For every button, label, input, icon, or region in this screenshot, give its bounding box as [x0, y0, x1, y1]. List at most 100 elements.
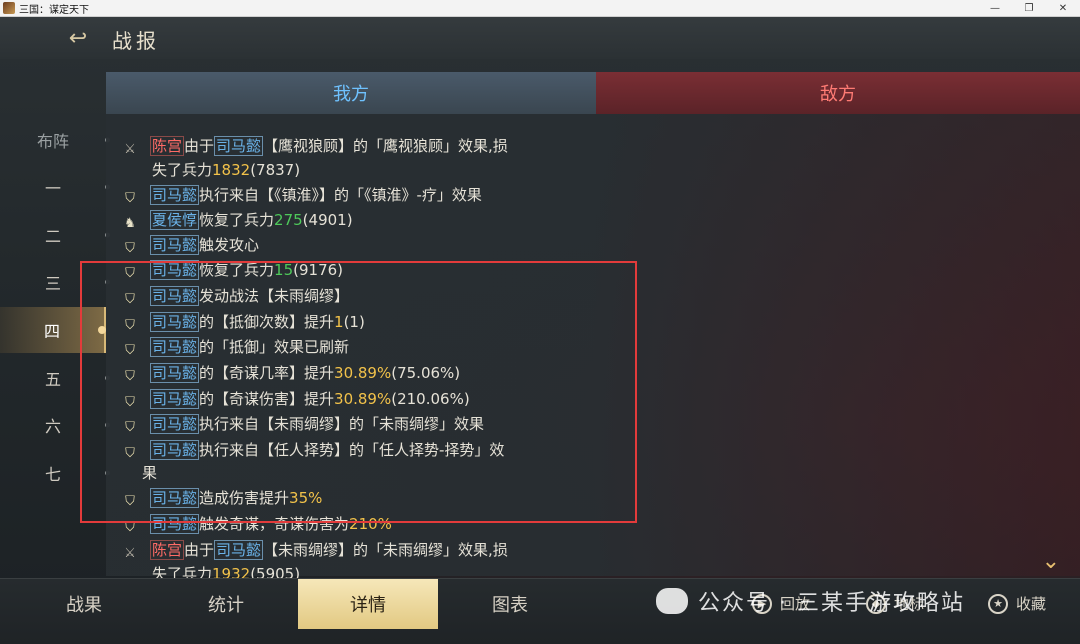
- log-line: ⛉ 司马懿 发动战法【未雨绸缪】: [122, 284, 662, 308]
- log-text: 的【奇谋几率】提升: [199, 364, 335, 382]
- log-line: ⛉ 司马懿 触发攻心: [122, 233, 662, 257]
- shield-icon: ⛉: [125, 446, 135, 461]
- log-text: 的【奇谋伤害】提升: [199, 390, 335, 408]
- log-line: ⛉ 司马懿 执行来自【《镇淮》】的「《镇淮》-疗」效果: [122, 183, 662, 207]
- round-label: 三: [44, 274, 61, 293]
- favorite-button[interactable]: ★ 收藏: [988, 593, 1046, 614]
- round-item-7[interactable]: 七: [0, 450, 110, 496]
- log-line: ⛉ 司马懿 触发奇谋，奇谋伤害为210%: [122, 512, 662, 536]
- ally-general-name: 夏侯惇: [150, 210, 200, 230]
- round-item-2[interactable]: 二: [0, 212, 110, 258]
- buff-number: 30.89%: [334, 364, 392, 382]
- tab-ours[interactable]: 我方: [106, 72, 596, 114]
- app-icon: [3, 2, 15, 14]
- ally-general-name: 司马懿: [150, 440, 200, 460]
- shield-icon: ⛉: [125, 395, 135, 410]
- log-line: 果: [142, 461, 682, 485]
- round-item-5[interactable]: 五: [0, 355, 110, 401]
- round-item-3[interactable]: 三: [0, 259, 110, 305]
- log-text: 发动战法【未雨绸缪】: [199, 287, 350, 305]
- close-button[interactable]: ✕: [1046, 3, 1080, 14]
- log-line: ♞ 夏侯惇 恢复了兵力275(4901): [122, 208, 662, 232]
- shield-icon: ⛉: [125, 343, 135, 358]
- game-area: ↩ 战报 布阵 一 二 三 四 五 六 七 我方 敌方 ⚔ 陈宫 由于 司马懿 【鹰视狼…: [0, 17, 1080, 644]
- log-text: 【未雨绸缪】的「未雨绸缪」效果,损: [263, 541, 508, 559]
- log-text: (1): [343, 313, 365, 331]
- shield-icon: ⛉: [125, 241, 135, 256]
- log-text: 执行来自【任人择势】的「任人择势-择势」效: [199, 441, 505, 459]
- chevron-down-icon[interactable]: ⌄: [1042, 549, 1060, 574]
- heal-number: 275: [274, 211, 303, 229]
- log-text: 执行来自【未雨绸缪】的「未雨绸缪」效果: [199, 415, 485, 433]
- round-item-formation[interactable]: 布阵: [0, 117, 110, 163]
- ally-general-name: 司马懿: [150, 363, 200, 383]
- buff-number: 210%: [349, 515, 392, 533]
- back-arrow-icon[interactable]: ↩: [55, 25, 101, 51]
- log-text: 由于: [184, 541, 215, 559]
- maximize-button[interactable]: ❐: [1012, 3, 1046, 14]
- ally-general-name: 司马懿: [150, 312, 200, 332]
- buff-number: 1: [334, 313, 344, 331]
- ally-general-name: 司马懿: [150, 286, 200, 306]
- log-text: 由于: [184, 137, 215, 155]
- shield-icon: ⛉: [125, 494, 135, 509]
- round-item-4[interactable]: 四: [0, 307, 106, 353]
- round-label: 五: [44, 370, 61, 389]
- tab-enemy[interactable]: 敌方: [596, 72, 1080, 114]
- round-item-1[interactable]: 一: [0, 164, 110, 210]
- round-label: 四: [43, 322, 60, 341]
- log-text: (7837): [250, 161, 301, 179]
- ally-general-name: 司马懿: [150, 488, 200, 508]
- log-line: ⚔ 陈宫 由于 司马懿 【鹰视狼顾】的「鹰视狼顾」效果,损: [122, 134, 662, 158]
- shield-icon: ⛉: [125, 520, 135, 535]
- log-text: 【鹰视狼顾】的「鹰视狼顾」效果,损: [263, 137, 508, 155]
- ally-general-name: 司马懿: [214, 136, 264, 156]
- log-line: ⛉ 司马懿 的【奇谋几率】提升30.89%(75.06%): [122, 361, 662, 385]
- log-line: 失了兵力1832(7837): [152, 158, 692, 182]
- log-text: 果: [142, 464, 158, 482]
- ally-general-name: 司马懿: [150, 260, 200, 280]
- troop-loss-number: 1832: [212, 161, 251, 179]
- round-label: 七: [44, 465, 61, 484]
- log-text: 恢复了兵力: [199, 211, 275, 229]
- header-bar: ↩ 战报: [0, 17, 1080, 59]
- log-text: 执行来自【《镇淮》】的「《镇淮》-疗」效果: [199, 186, 482, 204]
- star-icon: ★: [988, 593, 1008, 614]
- round-dot: [98, 326, 106, 334]
- round-label: 一: [44, 179, 61, 198]
- enemy-general-name: 陈宫: [150, 136, 185, 156]
- round-label: 布阵: [36, 132, 69, 151]
- minimize-button[interactable]: —: [978, 3, 1012, 14]
- horse-icon: ♞: [124, 216, 136, 231]
- watermark-text: 公众号 · 三某手游攻略站: [698, 591, 965, 616]
- round-label: 二: [44, 227, 61, 246]
- log-text: 触发奇谋，奇谋伤害为: [199, 515, 350, 533]
- round-label: 六: [44, 417, 61, 436]
- favorite-label: 收藏: [1016, 595, 1047, 613]
- log-line: ⚔ 陈宫 由于 司马懿 【未雨绸缪】的「未雨绸缪」效果,损: [122, 538, 662, 562]
- log-line: ⛉ 司马懿 的【奇谋伤害】提升30.89%(210.06%): [122, 387, 662, 411]
- log-line: ⛉ 司马懿 执行来自【未雨绸缪】的「未雨绸缪」效果: [122, 412, 662, 436]
- log-line: ⛉ 司马懿 的【抵御次数】提升1(1): [122, 310, 662, 334]
- buff-number: 35%: [289, 489, 323, 507]
- log-text: 的【抵御次数】提升: [199, 313, 335, 331]
- page-title: 战报: [112, 29, 160, 53]
- log-text: (75.06%): [391, 364, 461, 382]
- window-titlebar: 三国：谋定天下 — ❐ ✕: [0, 0, 1080, 17]
- log-line: ⛉ 司马懿 执行来自【任人择势】的「任人择势-择势」效: [122, 438, 662, 462]
- log-text: 的「抵御」效果已刷新: [199, 338, 350, 356]
- shield-icon: ⛉: [125, 292, 135, 307]
- ally-general-name: 司马懿: [214, 540, 264, 560]
- buff-number: 30.89%: [334, 390, 392, 408]
- log-text: 触发攻心: [199, 236, 260, 254]
- tab-results[interactable]: 战果: [14, 579, 154, 629]
- tab-statistics[interactable]: 统计: [156, 579, 296, 629]
- round-item-6[interactable]: 六: [0, 402, 110, 448]
- tab-charts[interactable]: 图表: [440, 579, 580, 629]
- window-title: 三国：谋定天下: [19, 4, 89, 16]
- log-line: ⛉ 司马懿 造成伤害提升35%: [122, 486, 662, 510]
- side-tabs: 我方 敌方: [106, 72, 1080, 114]
- shield-icon: ⛉: [125, 318, 135, 333]
- tab-details[interactable]: 详情: [298, 579, 438, 629]
- log-text: (210.06%): [391, 390, 470, 408]
